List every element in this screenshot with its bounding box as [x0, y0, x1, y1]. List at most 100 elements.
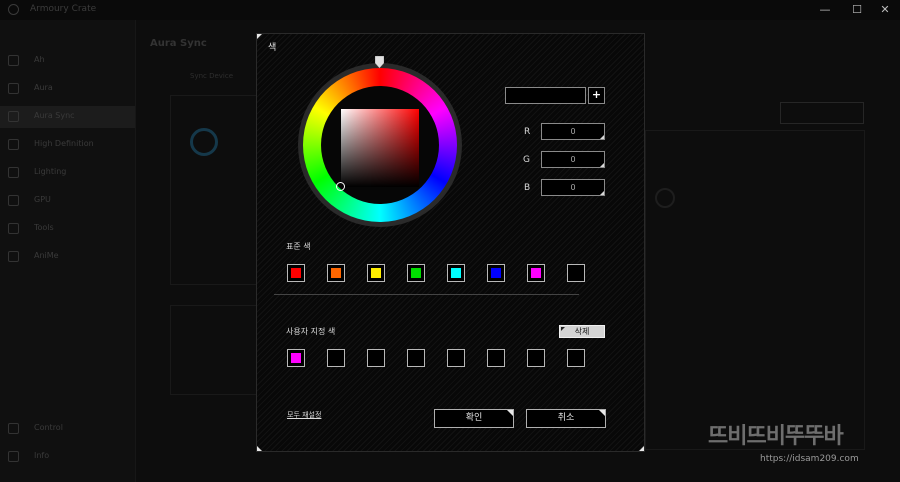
hue-marker-icon[interactable] — [375, 56, 384, 68]
delete-button[interactable]: 삭제 — [559, 325, 605, 338]
fan-icon — [655, 188, 675, 208]
standard-color-swatch[interactable] — [407, 264, 425, 282]
sidebar-item-label: Aura Sync — [34, 111, 75, 120]
r-label: R — [524, 127, 531, 137]
ok-label: 확인 — [465, 413, 483, 423]
g-input[interactable]: 0 — [541, 151, 605, 168]
watermark-url: https://idsam209.com — [760, 454, 859, 464]
corner-accent — [561, 327, 565, 331]
saturation-value-handle[interactable] — [336, 182, 345, 191]
maximize-button[interactable]: ☐ — [842, 0, 872, 20]
custom-color-swatch[interactable] — [367, 349, 385, 367]
delete-label: 삭제 — [574, 327, 590, 336]
watermark-logo: 뜨비뜨비뚜뚜바 — [708, 424, 844, 449]
divider — [274, 294, 579, 295]
sidebar-item[interactable]: Aura — [0, 78, 135, 100]
standard-color-swatch[interactable] — [367, 264, 385, 282]
sidebar-item[interactable]: Control — [0, 418, 135, 440]
title-bar: Armoury Crate — [0, 0, 900, 20]
sidebar-item-label: Aura — [34, 83, 53, 92]
background-panel-right — [645, 130, 865, 450]
custom-color-swatch[interactable] — [407, 349, 425, 367]
swatch-fill — [291, 353, 301, 363]
home-icon — [8, 55, 19, 66]
anime-icon — [8, 251, 19, 262]
settings-icon — [8, 451, 19, 462]
custom-color-swatch[interactable] — [447, 349, 465, 367]
sidebar-item[interactable]: GPU — [0, 190, 135, 212]
hex-input[interactable] — [505, 87, 586, 104]
device-icon — [190, 128, 218, 156]
swatch-fill — [371, 268, 381, 278]
swatch-fill — [331, 268, 341, 278]
sync-tab[interactable]: Sync Device — [190, 72, 233, 80]
r-input[interactable]: 0 — [541, 123, 605, 140]
custom-color-swatch[interactable] — [487, 349, 505, 367]
reset-all-link[interactable]: 모두 재설정 — [287, 410, 321, 420]
monitor-icon — [8, 139, 19, 150]
swatch-fill — [531, 268, 541, 278]
corner-accent — [600, 163, 604, 167]
saturation-value-square[interactable] — [341, 109, 419, 187]
custom-color-swatch[interactable] — [567, 349, 585, 367]
r-value: 0 — [570, 127, 576, 136]
gpu-icon — [8, 195, 19, 206]
cancel-button[interactable]: 취소 — [526, 409, 606, 428]
sync-icon — [8, 111, 19, 122]
sidebar-item-label: GPU — [34, 195, 51, 204]
b-label: B — [524, 183, 531, 193]
corner-accent — [600, 191, 604, 195]
sidebar-item-label: Ah — [34, 55, 45, 64]
sidebar-item-label: Lighting — [34, 167, 67, 176]
standard-color-swatch[interactable] — [567, 264, 585, 282]
standard-color-swatch[interactable] — [487, 264, 505, 282]
custom-color-swatch[interactable] — [527, 349, 545, 367]
sidebar-item[interactable]: Info — [0, 446, 135, 468]
corner-accent — [600, 135, 604, 139]
sidebar-item-label: Control — [34, 423, 63, 432]
swatch-fill — [491, 268, 501, 278]
background-panel-lower — [170, 305, 260, 395]
sidebar-item-label: Info — [34, 451, 50, 460]
sidebar-item-label: High Definition — [34, 139, 94, 148]
sidebar-item-label: AniMe — [34, 251, 59, 260]
ok-button[interactable]: 확인 — [434, 409, 514, 428]
tools-icon — [8, 223, 19, 234]
sidebar-item[interactable]: High Definition — [0, 134, 135, 156]
swatch-fill — [451, 268, 461, 278]
user-icon — [8, 423, 19, 434]
sidebar-item[interactable]: Tools — [0, 218, 135, 240]
sidebar-item-label: Tools — [34, 223, 54, 232]
standard-color-swatch[interactable] — [527, 264, 545, 282]
swatch-fill — [411, 268, 421, 278]
sidebar: Ah Aura Aura Sync High Definition Lighti… — [0, 20, 136, 482]
b-value: 0 — [570, 183, 576, 192]
swatch-fill — [291, 268, 301, 278]
g-value: 0 — [570, 155, 576, 164]
sidebar-item[interactable]: AniMe — [0, 246, 135, 268]
sidebar-item[interactable]: Lighting — [0, 162, 135, 184]
standard-color-swatch[interactable] — [447, 264, 465, 282]
corner-accent — [257, 446, 262, 451]
custom-color-swatch[interactable] — [287, 349, 305, 367]
color-dialog: 색 + R 0 G 0 B 0 표준 색 사용자 지정 색 삭제 모두 재설정 … — [256, 33, 645, 452]
g-label: G — [523, 155, 530, 165]
corner-accent — [257, 34, 262, 39]
b-input[interactable]: 0 — [541, 179, 605, 196]
standard-colors-label: 표준 색 — [286, 242, 311, 251]
corner-accent — [507, 410, 513, 416]
standard-color-swatch[interactable] — [287, 264, 305, 282]
custom-colors-label: 사용자 지정 색 — [286, 327, 336, 336]
custom-color-swatch[interactable] — [327, 349, 345, 367]
cancel-label: 취소 — [557, 413, 575, 423]
add-color-button[interactable]: + — [588, 87, 605, 104]
standard-color-swatch[interactable] — [327, 264, 345, 282]
background-panel — [170, 95, 260, 285]
sidebar-item-aura-sync[interactable]: Aura Sync — [0, 106, 135, 128]
sidebar-item[interactable]: Ah — [0, 50, 135, 72]
background-button — [780, 102, 864, 124]
swatch-fill — [571, 268, 581, 278]
corner-accent — [639, 446, 644, 451]
close-button[interactable]: ✕ — [870, 0, 900, 20]
minimize-button[interactable]: — — [810, 0, 840, 20]
